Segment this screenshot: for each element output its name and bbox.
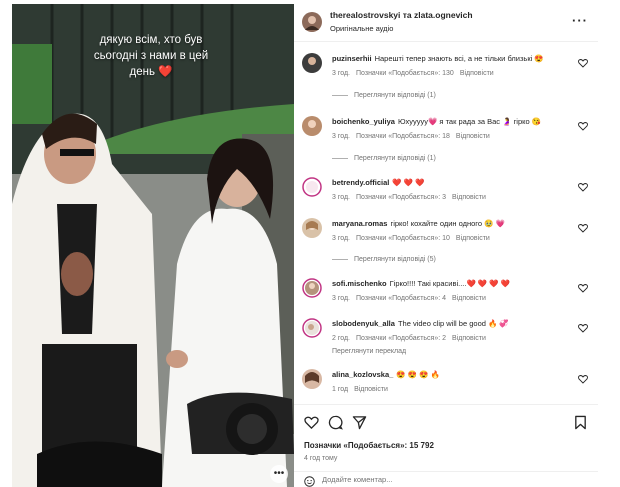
like-comment-heart-icon[interactable]: [578, 121, 588, 131]
comment-time: 3 год.: [332, 194, 351, 201]
like-comment-heart-icon[interactable]: [578, 283, 588, 293]
video-caption-overlay: дякую всім, хто був сьогодні з нами в це…: [93, 34, 209, 78]
comment-text-line: alina_kozlovska_ 😍 😍 😍 🔥: [332, 370, 570, 380]
comment-username[interactable]: puzinserhii: [332, 54, 372, 63]
reply-button[interactable]: Відповісти: [452, 335, 486, 342]
comment-time: 3 год.: [332, 70, 351, 77]
reply-button[interactable]: Відповісти: [452, 194, 486, 201]
replies-divider: [332, 157, 348, 159]
post-media[interactable]: дякую всім, хто був сьогодні з нами в це…: [12, 4, 294, 487]
post-actions: Позначки «Подобається»: 15 792 4 год том…: [294, 404, 598, 487]
comment-text-line: puzinserhii Нарешті тепер знають всі, а н…: [332, 54, 570, 64]
post-side-panel: therealostrovskyi та zlata.ognevich Ориг…: [294, 4, 598, 487]
comment-likes[interactable]: Позначки «Подобається»: 130: [356, 70, 454, 77]
comment-text: 😍 😍 😍 🔥: [396, 370, 440, 379]
comment-likes[interactable]: Позначки «Подобається»: 4: [356, 295, 446, 302]
comment-time: 3 год.: [332, 295, 351, 302]
comment-likes[interactable]: Позначки «Подобається»: 18: [356, 133, 450, 140]
view-replies-button[interactable]: Переглянути відповіді (1): [332, 155, 436, 162]
like-comment-heart-icon[interactable]: [578, 374, 588, 384]
reply-button[interactable]: Відповісти: [354, 386, 388, 393]
add-comment-bar: [294, 471, 598, 487]
emoji-icon[interactable]: [304, 476, 315, 487]
comment-time: 1 год: [332, 386, 349, 393]
comment-meta: 3 год. Позначки «Подобається»: 130 Відпові…: [332, 70, 500, 77]
more-horizontal-icon[interactable]: ···: [572, 13, 588, 28]
comment-text: The video clip will be good 🔥 💞: [397, 319, 509, 328]
commenter-avatar[interactable]: [302, 369, 322, 389]
view-replies-label: Переглянути відповіді (1): [354, 92, 436, 99]
comments-list[interactable]: puzinserhii Нарешті тепер знають всі, а н…: [294, 42, 598, 404]
post-authors[interactable]: therealostrovskyi та zlata.ognevich: [330, 10, 473, 20]
comment-time: 3 год.: [332, 235, 351, 242]
comment-meta: 3 год. Позначки «Подобається»: 4 Відповіст…: [332, 295, 492, 302]
comment-time: 3 год.: [332, 133, 351, 140]
bookmark-icon[interactable]: [573, 415, 588, 430]
comment-text-line: slobodenyuk_alla The video clip will be g…: [332, 319, 570, 329]
comment-text: ❤️ ❤️ ❤️: [392, 178, 425, 187]
view-replies-button[interactable]: Переглянути відповіді (5): [332, 256, 436, 263]
author-avatar[interactable]: [302, 12, 322, 32]
comment-bubble-icon[interactable]: [328, 415, 343, 430]
view-replies-button[interactable]: Переглянути відповіді (1): [332, 92, 436, 99]
comment-likes[interactable]: Позначки «Подобається»: 2: [356, 335, 446, 342]
comment-text-line: maryana.romas гірко! кохайте один одного …: [332, 219, 570, 229]
comment-text: Нарешті тепер знають всі, а не тільки бл…: [374, 54, 544, 63]
like-heart-icon[interactable]: [304, 415, 319, 430]
view-replies-label: Переглянути відповіді (5): [354, 256, 436, 263]
comment-meta: 3 год. Позначки «Подобається»: 10 Відповіс…: [332, 235, 496, 242]
comment-time: 2 год.: [332, 335, 351, 342]
comment-username[interactable]: slobodenyuk_alla: [332, 319, 395, 328]
reply-button[interactable]: Відповісти: [456, 133, 490, 140]
like-comment-heart-icon[interactable]: [578, 58, 588, 68]
comment-text-line: boichenko_yuliya Юхууууу💗 я так рада за В…: [332, 117, 570, 127]
post-likes-count[interactable]: Позначки «Подобається»: 15 792: [304, 441, 434, 450]
commenter-avatar[interactable]: [302, 53, 322, 73]
comment-text-line: betrendy.official ❤️ ❤️ ❤️: [332, 178, 570, 188]
comment-text-line: sofi.mischenko Гірко!!!! Такі красиві....…: [332, 279, 570, 289]
commenter-avatar[interactable]: [302, 318, 322, 338]
reply-button[interactable]: Відповісти: [452, 295, 486, 302]
commenter-avatar[interactable]: [302, 218, 322, 238]
commenter-avatar[interactable]: [302, 177, 322, 197]
view-replies-label: Переглянути відповіді (1): [354, 155, 436, 162]
see-translation-button[interactable]: Переглянути переклад: [332, 348, 406, 355]
post-header: therealostrovskyi та zlata.ognevich Ориг…: [294, 4, 598, 42]
comment-meta: 1 год Відповісти: [332, 386, 394, 393]
reply-button[interactable]: Відповісти: [456, 235, 490, 242]
replies-divider: [332, 94, 348, 96]
comment-text: Юхууууу💗 я так рада за Вас 🤰 гірко 😘: [397, 117, 542, 126]
comment-meta: 3 год. Позначки «Подобається»: 18 Відповіс…: [332, 133, 496, 140]
comment-meta: 3 год. Позначки «Подобається»: 3 Відповіст…: [332, 194, 492, 201]
like-comment-heart-icon[interactable]: [578, 323, 588, 333]
comment-text: гірко! кохайте один одного 🥹 💗: [390, 219, 505, 228]
comment-meta: 2 год. Позначки «Подобається»: 2 Відповіст…: [332, 335, 492, 342]
comment-likes[interactable]: Позначки «Подобається»: 10: [356, 235, 450, 242]
media-options-icon[interactable]: •••: [270, 465, 288, 483]
like-comment-heart-icon[interactable]: [578, 223, 588, 233]
comment-input[interactable]: [322, 475, 522, 484]
original-audio-link[interactable]: Оригінальне аудіо: [330, 24, 393, 33]
comment-username[interactable]: alina_kozlovska_: [332, 370, 393, 379]
comment-likes[interactable]: Позначки «Подобається»: 3: [356, 194, 446, 201]
post-timestamp: 4 год тому: [304, 455, 338, 462]
comment-username[interactable]: betrendy.official: [332, 178, 389, 187]
comment-username[interactable]: sofi.mischenko: [332, 279, 387, 288]
comment-username[interactable]: maryana.romas: [332, 219, 387, 228]
like-comment-heart-icon[interactable]: [578, 182, 588, 192]
commenter-avatar[interactable]: [302, 278, 322, 298]
commenter-avatar[interactable]: [302, 116, 322, 136]
share-send-icon[interactable]: [352, 415, 367, 430]
reply-button[interactable]: Відповісти: [460, 70, 494, 77]
replies-divider: [332, 258, 348, 260]
comment-username[interactable]: boichenko_yuliya: [332, 117, 395, 126]
comment-text: Гірко!!!! Такі красиві....❤️ ❤️ ❤️ ❤️: [389, 279, 511, 288]
